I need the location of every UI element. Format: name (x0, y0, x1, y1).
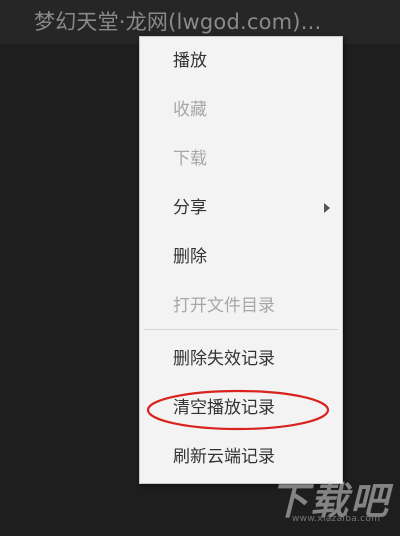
menu-item-delete[interactable]: 删除 (140, 239, 342, 275)
window-title: 梦幻天堂·龙网(lwgod.com)... (34, 10, 322, 34)
submenu-arrow-icon (324, 203, 330, 213)
menu-item-download: 下载 (173, 149, 207, 169)
menu-item-share-label: 分享 (173, 198, 207, 218)
context-menu: 播放 收藏 下载 分享 删除 打开文件目录 删除失效记录 清空播放记录 刷新云端… (139, 36, 343, 484)
watermark-logo: 下载吧 www.xiazaiba.com (262, 470, 394, 530)
menu-item-open-folder: 打开文件目录 (173, 296, 275, 316)
menu-item-delete-invalid[interactable]: 删除失效记录 (140, 341, 342, 377)
menu-item-clear-history[interactable]: 清空播放记录 (140, 390, 342, 426)
menu-item-favorite: 收藏 (173, 100, 207, 120)
menu-item-play[interactable]: 播放 (140, 43, 342, 79)
watermark-url: www.xiazaiba.com (292, 514, 381, 524)
menu-item-share[interactable]: 分享 (140, 190, 342, 226)
menu-separator (144, 329, 338, 330)
